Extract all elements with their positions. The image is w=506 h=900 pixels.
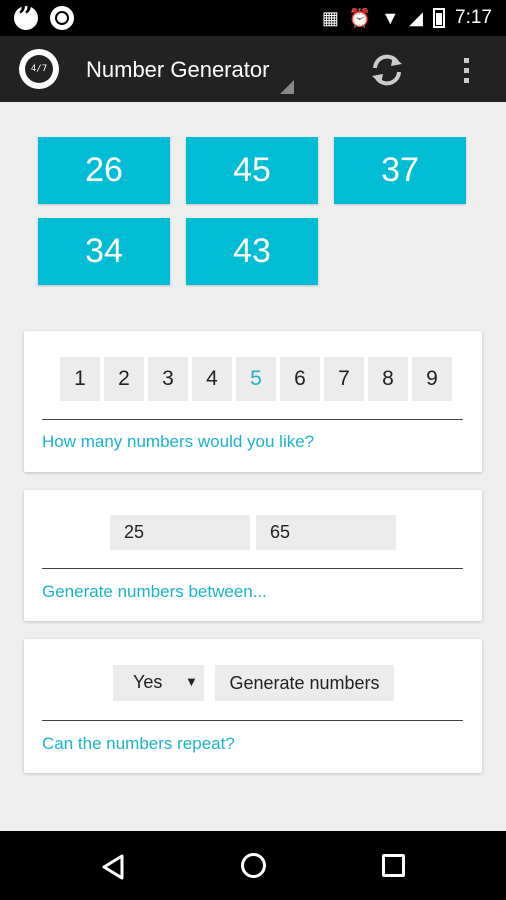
repeat-select[interactable]: Yes ▼ xyxy=(113,665,204,701)
divider xyxy=(42,720,463,721)
overflow-dot xyxy=(463,57,469,63)
signal-icon: ◢ xyxy=(409,8,424,28)
count-option-5-selected[interactable]: 5 xyxy=(236,357,276,401)
overflow-dot xyxy=(463,77,469,83)
app-notification-icon xyxy=(50,6,74,30)
count-option-3[interactable]: 3 xyxy=(148,357,188,401)
hangouts-icon xyxy=(14,2,38,32)
result-number: 37 xyxy=(334,137,466,204)
status-bar: ▦ ⏰ ▼ ◢ 7:17 xyxy=(0,0,506,36)
generate-numbers-button[interactable]: Generate numbers xyxy=(215,665,394,701)
count-selector: 1 2 3 4 5 6 7 8 9 xyxy=(60,357,452,401)
result-number: 34 xyxy=(38,218,170,285)
back-icon[interactable] xyxy=(100,853,126,881)
range-card: 25 65 Generate numbers between... xyxy=(24,490,482,621)
max-input[interactable]: 65 xyxy=(256,515,396,550)
repeat-select-value: Yes xyxy=(133,672,163,692)
refresh-icon xyxy=(372,54,402,86)
range-label: Generate numbers between... xyxy=(42,582,267,601)
count-option-2[interactable]: 2 xyxy=(104,357,144,401)
result-number: 45 xyxy=(186,137,318,204)
result-number: 43 xyxy=(186,218,318,285)
divider xyxy=(42,568,463,569)
app-logo[interactable]: 4/7 xyxy=(19,49,59,89)
clock: 7:17 xyxy=(455,7,492,28)
wifi-icon: ▼ xyxy=(381,8,400,28)
min-input[interactable]: 25 xyxy=(110,515,250,550)
count-option-8[interactable]: 8 xyxy=(368,357,408,401)
count-label: How many numbers would you like? xyxy=(42,432,315,451)
divider xyxy=(42,419,463,420)
recent-apps-icon[interactable] xyxy=(382,854,405,877)
count-option-7[interactable]: 7 xyxy=(324,357,364,401)
overflow-menu-button[interactable] xyxy=(456,51,476,89)
refresh-button[interactable] xyxy=(368,51,406,89)
count-option-9[interactable]: 9 xyxy=(412,357,452,401)
count-option-4[interactable]: 4 xyxy=(192,357,232,401)
home-icon[interactable] xyxy=(241,853,266,878)
result-number: 26 xyxy=(38,137,170,204)
app-title[interactable]: Number Generator xyxy=(86,56,269,84)
app-bar: 4/7 Number Generator xyxy=(0,36,506,102)
repeat-card: Yes ▼ Generate numbers Can the numbers r… xyxy=(24,639,482,773)
dropdown-arrow-icon: ▼ xyxy=(185,674,198,689)
count-option-1[interactable]: 1 xyxy=(60,357,100,401)
vibrate-icon: ▦ xyxy=(321,8,339,28)
overflow-dot xyxy=(463,67,469,73)
repeat-label: Can the numbers repeat? xyxy=(42,734,235,753)
dropdown-indicator-icon xyxy=(280,80,294,94)
app-logo-text: 4/7 xyxy=(25,55,53,83)
navigation-bar xyxy=(0,831,506,900)
alarm-icon: ⏰ xyxy=(348,8,372,28)
battery-icon xyxy=(433,8,446,28)
count-option-6[interactable]: 6 xyxy=(280,357,320,401)
count-card: 1 2 3 4 5 6 7 8 9 How many numbers would… xyxy=(24,331,482,472)
